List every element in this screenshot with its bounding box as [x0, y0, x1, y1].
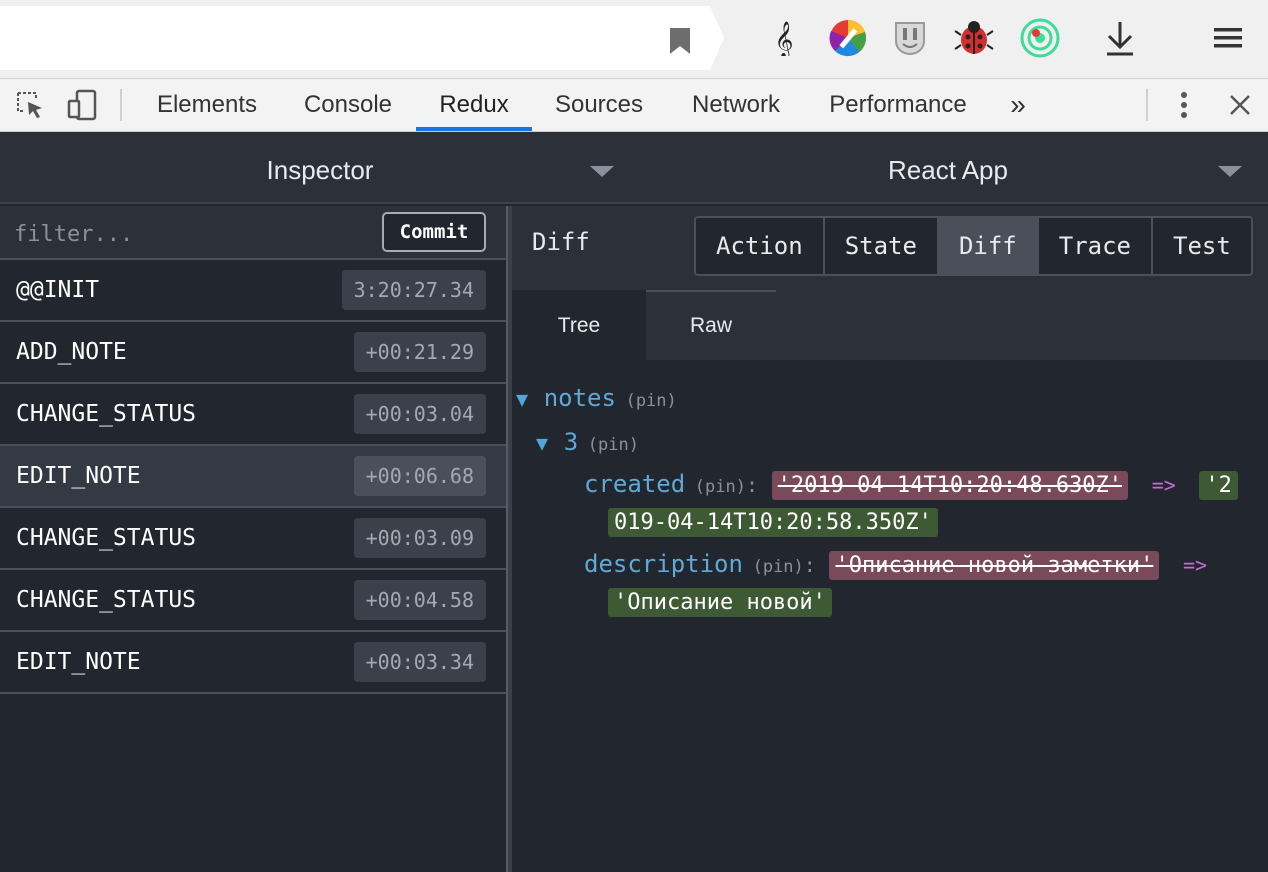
removed-value: 'Описание новой заметки' [829, 551, 1160, 580]
chevron-down-icon[interactable] [1218, 166, 1242, 177]
tree-key: 3 [563, 428, 579, 456]
diff-arrow: => [1183, 553, 1208, 577]
added-value: 'Описание новой' [608, 588, 832, 617]
music-icon[interactable]: 𝄞 [764, 18, 804, 58]
action-name: EDIT_NOTE [16, 649, 141, 675]
close-icon[interactable] [1222, 87, 1258, 123]
tab-performance[interactable]: Performance [822, 79, 974, 131]
action-time-badge: +00:06.68 [353, 456, 486, 496]
bookmark-icon[interactable] [669, 28, 691, 54]
color-picker-icon[interactable] [828, 18, 868, 58]
tab-raw[interactable]: Raw [646, 290, 776, 360]
diff-tree: ▼ notes (pin) ▼ 3 (pin) created (pin): '… [512, 360, 1268, 872]
action-list-pane: Commit @@INIT 3:20:27.34 ADD_NOTE +00:21… [0, 206, 506, 872]
action-name: @@INIT [16, 277, 100, 303]
active-tab-indicator [416, 127, 532, 131]
browser-toolbar: 𝄞 [0, 0, 1268, 78]
tree-key: notes [543, 384, 616, 412]
chevron-down-icon[interactable] [590, 166, 614, 177]
action-time-badge: +00:04.58 [353, 580, 486, 620]
action-time-badge: 3:20:27.34 [341, 270, 486, 310]
tab-diff[interactable]: Diff [936, 218, 1037, 274]
monitor-select[interactable]: Inspector [0, 132, 640, 204]
tree-value-continued: 'Описание новой' [608, 588, 832, 617]
tab-network[interactable]: Network [682, 79, 790, 131]
tree-key: description [584, 550, 743, 578]
filter-bar: Commit [0, 206, 506, 260]
added-value: '2 [1199, 471, 1238, 500]
tree-key: created [584, 470, 686, 498]
diff-arrow: => [1151, 473, 1176, 497]
added-value: 019-04-14T10:20:58.350Z' [608, 508, 938, 537]
action-item[interactable]: CHANGE_STATUS +00:04.58 [0, 570, 506, 632]
view-mode-tabs: Tree Raw [512, 290, 1268, 360]
instance-select[interactable]: React App [634, 132, 1262, 204]
expand-triangle-icon[interactable]: ▼ [516, 387, 528, 411]
action-item[interactable]: EDIT_NOTE +00:03.34 [0, 632, 506, 694]
toolbar-separator [120, 89, 122, 121]
svg-text:𝄞: 𝄞 [775, 20, 794, 56]
kebab-menu-icon[interactable] [1166, 87, 1202, 123]
pin-button[interactable]: (pin) [626, 391, 677, 411]
toolbar-separator [1146, 89, 1148, 121]
bug-icon[interactable] [954, 18, 994, 58]
tab-action[interactable]: Action [696, 218, 823, 274]
menu-icon[interactable] [1212, 26, 1244, 50]
action-name: EDIT_NOTE [16, 463, 141, 489]
tab-tree[interactable]: Tree [512, 290, 646, 360]
tab-sources[interactable]: Sources [546, 79, 652, 131]
expand-triangle-icon[interactable]: ▼ [536, 431, 548, 455]
tab-trace[interactable]: Trace [1036, 218, 1151, 274]
tab-state[interactable]: State [822, 218, 937, 274]
inspector-title: Diff [532, 228, 590, 256]
filter-input[interactable] [14, 214, 364, 254]
inspector-pane: Diff Action State Diff Trace Test Tree R… [512, 206, 1268, 872]
tree-value-continued: 019-04-14T10:20:58.350Z' [608, 508, 938, 537]
inspector-header: Diff Action State Diff Trace Test [512, 206, 1268, 290]
pin-button[interactable]: (pin) [753, 557, 804, 577]
action-name: CHANGE_STATUS [16, 401, 197, 427]
more-tabs-button[interactable]: » [1000, 79, 1036, 131]
action-name: CHANGE_STATUS [16, 525, 197, 551]
tab-redux[interactable]: Redux [416, 79, 532, 131]
action-name: CHANGE_STATUS [16, 587, 197, 613]
action-time-badge: +00:03.04 [353, 394, 486, 434]
devtools-tab-bar: Elements Console Redux Sources Network P… [0, 78, 1268, 132]
address-bar[interactable] [0, 6, 724, 70]
action-time-badge: +00:03.09 [353, 518, 486, 558]
key-colon: : [803, 553, 816, 577]
action-item[interactable]: ADD_NOTE +00:21.29 [0, 322, 506, 384]
pin-button[interactable]: (pin) [588, 435, 639, 455]
mask-icon[interactable] [890, 18, 930, 58]
action-time-badge: +00:21.29 [353, 332, 486, 372]
device-toolbar-icon[interactable] [64, 87, 100, 123]
action-time-badge: +00:03.34 [353, 642, 486, 682]
download-icon[interactable] [1100, 18, 1140, 58]
target-icon[interactable] [1020, 18, 1060, 58]
commit-button[interactable]: Commit [382, 212, 486, 252]
tab-console[interactable]: Console [292, 79, 404, 131]
element-picker-icon[interactable] [12, 87, 48, 123]
tab-elements[interactable]: Elements [150, 79, 264, 131]
key-colon: : [745, 473, 759, 497]
tree-node-index[interactable]: ▼ 3 (pin) [536, 428, 639, 456]
action-name: ADD_NOTE [16, 339, 127, 365]
tab-test[interactable]: Test [1151, 218, 1251, 274]
action-item[interactable]: CHANGE_STATUS +00:03.09 [0, 508, 506, 570]
action-item-selected[interactable]: EDIT_NOTE +00:06.68 [0, 446, 506, 508]
tree-node-created: created (pin): '2019-04-14T10:20:48.630Z… [584, 470, 1238, 500]
action-item[interactable]: @@INIT 3:20:27.34 [0, 260, 506, 322]
monitor-header: Inspector React App [0, 132, 1268, 204]
inspector-tabs: Action State Diff Trace Test [694, 216, 1253, 276]
pin-button[interactable]: (pin) [695, 477, 746, 497]
removed-value: '2019-04-14T10:20:48.630Z' [771, 471, 1129, 500]
tree-node-notes[interactable]: ▼ notes (pin) [516, 384, 677, 412]
action-item[interactable]: CHANGE_STATUS +00:03.04 [0, 384, 506, 446]
tree-node-description: description (pin): 'Описание новой замет… [584, 550, 1208, 580]
